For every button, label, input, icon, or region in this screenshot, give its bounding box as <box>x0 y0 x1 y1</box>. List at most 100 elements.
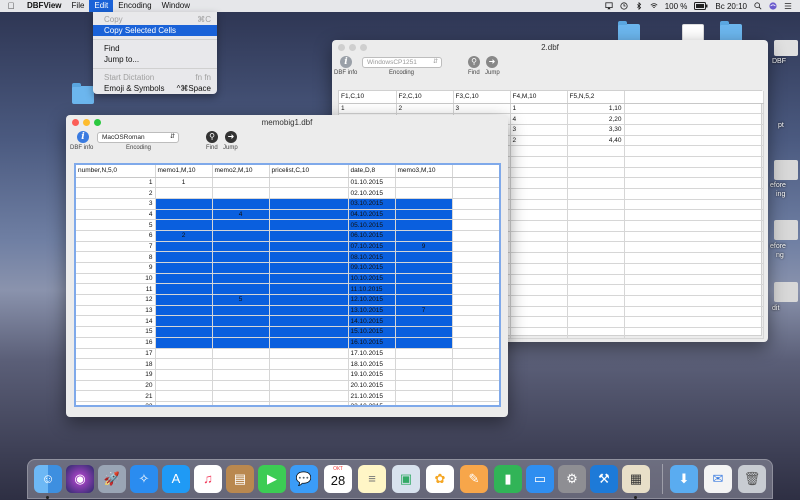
table-row[interactable]: 18 18.10.2015 <box>76 358 499 370</box>
table-cell[interactable] <box>155 348 213 360</box>
table-cell[interactable] <box>510 274 568 286</box>
column-header[interactable]: memo1,M,10 <box>155 165 213 178</box>
table-cell[interactable]: 19.10.2015 <box>348 369 396 381</box>
table-cell[interactable]: 20.10.2015 <box>348 380 396 392</box>
table-cell[interactable] <box>624 145 764 157</box>
table-cell[interactable] <box>510 145 568 157</box>
table-row[interactable]: 5 05.10.2015 <box>76 219 499 231</box>
table-cell[interactable]: 06.10.2015 <box>348 230 396 242</box>
table-cell[interactable] <box>510 295 568 307</box>
table-cell[interactable] <box>567 145 625 157</box>
table-cell[interactable] <box>269 262 349 274</box>
table-row[interactable]: 16 16.10.2015 <box>76 337 499 349</box>
table-cell[interactable] <box>155 187 213 199</box>
menu-window[interactable]: Window <box>157 0 195 12</box>
table-cell[interactable] <box>624 177 764 189</box>
table-cell[interactable] <box>269 380 349 392</box>
notification-center-icon[interactable] <box>784 2 792 10</box>
table-row[interactable]: 7 07.10.2015 9 <box>76 241 499 253</box>
table-cell[interactable] <box>567 188 625 200</box>
menu-encoding[interactable]: Encoding <box>113 0 156 12</box>
table-cell[interactable] <box>212 283 270 296</box>
table-cell[interactable]: 3 <box>453 103 511 115</box>
table-cell[interactable] <box>155 401 213 405</box>
table-cell[interactable]: 18 <box>76 358 156 370</box>
table-cell[interactable] <box>395 273 453 285</box>
table-cell[interactable] <box>624 135 764 147</box>
table-cell[interactable]: 16.10.2015 <box>348 337 396 349</box>
table-cell[interactable]: 5 <box>212 294 270 306</box>
table-cell[interactable]: 11 <box>76 283 156 296</box>
encoding-select[interactable]: MacOSRoman ⇵ <box>97 132 179 143</box>
table-cell[interactable] <box>155 337 213 349</box>
table-row[interactable]: 8 08.10.2015 <box>76 251 499 263</box>
table-cell[interactable] <box>510 241 568 254</box>
table-cell[interactable] <box>212 337 270 349</box>
table-cell[interactable]: 10.10.2015 <box>348 273 396 285</box>
table-cell[interactable]: 08.10.2015 <box>348 251 396 263</box>
table-cell[interactable] <box>269 305 349 317</box>
table-cell[interactable] <box>624 188 764 200</box>
table-cell[interactable] <box>212 187 270 199</box>
info-icon[interactable]: i <box>77 131 89 143</box>
table-cell[interactable] <box>510 167 568 179</box>
preview-icon[interactable]: ▣ <box>392 465 420 493</box>
table-cell[interactable] <box>624 199 764 211</box>
menu-item-start-dictation[interactable]: Start Dictation fn fn <box>93 72 217 83</box>
column-header[interactable]: number,N,5,0 <box>76 165 156 178</box>
table-cell[interactable] <box>567 167 625 179</box>
music-icon[interactable]: ♫ <box>194 465 222 493</box>
table-row[interactable]: 1 2 3 1 1,10 <box>339 103 764 115</box>
desktop-file-icon[interactable] <box>774 282 798 302</box>
table-cell[interactable] <box>510 220 568 232</box>
table-cell[interactable] <box>624 241 764 254</box>
window-titlebar[interactable]: memobig1.dbf <box>66 115 508 129</box>
table-cell[interactable]: 2 <box>155 230 213 242</box>
table-cell[interactable] <box>510 316 568 328</box>
table-cell[interactable] <box>269 209 349 221</box>
table-cell[interactable] <box>624 295 764 307</box>
table-cell[interactable] <box>155 209 213 221</box>
table-cell[interactable] <box>624 103 764 115</box>
table-cell[interactable] <box>567 327 625 339</box>
table-cell[interactable]: 2,20 <box>567 113 625 125</box>
zoom-button[interactable] <box>94 118 101 126</box>
table-cell[interactable] <box>269 273 349 285</box>
table-cell[interactable] <box>624 124 764 136</box>
table-cell[interactable] <box>510 306 568 318</box>
table-cell[interactable]: 5 <box>76 219 156 231</box>
minimize-button[interactable] <box>83 118 90 126</box>
table-cell[interactable] <box>269 283 349 296</box>
column-header[interactable]: F4,M,10 <box>510 91 568 104</box>
siri-icon[interactable]: ◉ <box>66 465 94 493</box>
table-cell[interactable] <box>624 231 764 243</box>
table-cell[interactable] <box>395 294 453 306</box>
desktop-file-icon[interactable] <box>774 40 798 56</box>
table-cell[interactable]: 16 <box>76 337 156 349</box>
close-button[interactable] <box>72 118 79 126</box>
table-cell[interactable] <box>567 156 625 168</box>
table-cell[interactable] <box>395 177 453 189</box>
desktop-folder-icon[interactable] <box>72 83 94 104</box>
table-cell[interactable] <box>212 401 270 405</box>
table-row[interactable]: 10 10.10.2015 <box>76 273 499 285</box>
table-cell[interactable] <box>395 315 453 328</box>
table-cell[interactable] <box>395 380 453 392</box>
table-cell[interactable] <box>395 219 453 231</box>
table-cell[interactable]: 6 <box>76 230 156 242</box>
column-header[interactable]: date,D,8 <box>348 165 396 178</box>
table-cell[interactable]: 19 <box>76 369 156 381</box>
table-cell[interactable] <box>567 263 625 275</box>
table-cell[interactable] <box>510 327 568 339</box>
table-cell[interactable] <box>395 401 453 405</box>
table-row[interactable]: 4 4 04.10.2015 <box>76 209 499 221</box>
table-cell[interactable] <box>624 284 764 296</box>
table-cell[interactable] <box>212 198 270 210</box>
window-titlebar[interactable]: 2.dbf <box>332 40 768 54</box>
column-header[interactable]: F1,C,10 <box>339 91 397 104</box>
table-cell[interactable] <box>269 177 349 189</box>
table-cell[interactable]: 7 <box>395 305 453 317</box>
table-cell[interactable] <box>269 241 349 253</box>
table-cell[interactable] <box>155 305 213 317</box>
menu-item-copy-selected-cells[interactable]: Copy Selected Cells <box>93 25 217 36</box>
